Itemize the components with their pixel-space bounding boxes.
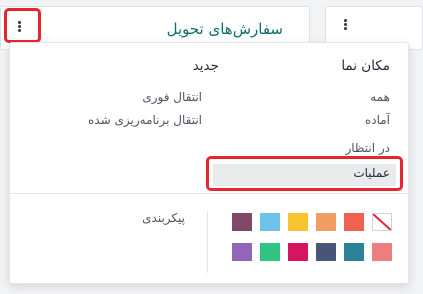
color-swatch-red[interactable] (344, 213, 364, 231)
divider-vertical (207, 211, 208, 273)
kebab-menu-icon (342, 18, 348, 30)
color-swatch-light-blue[interactable] (260, 213, 280, 231)
highlight-operations-item (206, 156, 403, 191)
view-section-title: مکان نما (341, 58, 390, 74)
view-item-waiting[interactable]: در انتظار (345, 141, 390, 155)
new-section-title: جدید (192, 58, 219, 74)
color-swatch-green[interactable] (260, 243, 280, 261)
new-item-planned-transfer[interactable]: انتقال برنامه‌ریزی شده (88, 113, 202, 127)
color-swatch-purple[interactable] (232, 243, 252, 261)
divider-horizontal (10, 193, 408, 194)
color-swatch-dark-purple[interactable] (232, 213, 252, 231)
color-swatch-crimson[interactable] (288, 243, 308, 261)
color-swatch-orange[interactable] (316, 213, 336, 231)
color-swatch-teal[interactable] (344, 243, 364, 261)
color-swatch-yellow[interactable] (288, 213, 308, 231)
side-card-options-button[interactable] (335, 13, 355, 35)
color-swatch-none[interactable] (372, 213, 392, 231)
configure-link[interactable]: پیکربندی (142, 211, 185, 225)
new-item-immediate-transfer[interactable]: انتقال فوری (142, 90, 202, 104)
color-swatch-dark-blue[interactable] (316, 243, 336, 261)
view-item-all[interactable]: همه (370, 90, 390, 104)
color-swatch-salmon[interactable] (372, 243, 392, 261)
card-title[interactable]: سفارش‌های تحویل (167, 20, 283, 38)
highlight-kebab (4, 8, 41, 43)
view-item-ready[interactable]: آماده (365, 113, 390, 127)
